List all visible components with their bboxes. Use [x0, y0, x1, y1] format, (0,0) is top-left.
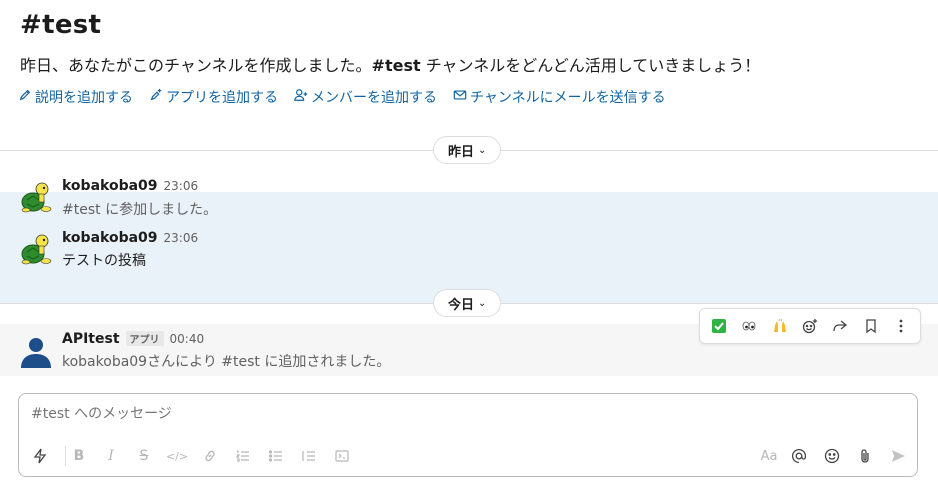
raised-hands-reaction-button[interactable] [767, 313, 793, 339]
ordered-list-icon[interactable] [232, 444, 254, 468]
send-icon[interactable] [887, 444, 909, 468]
add-member-label: メンバーを追加する [311, 90, 437, 106]
code-icon[interactable]: </> [166, 444, 188, 468]
date-pill-label: 昨日 [448, 144, 475, 160]
message-header: kobakoba09 23:06 [62, 178, 198, 194]
add-description-label: 説明を追加する [35, 90, 133, 106]
chevron-down-icon: ⌄ [478, 144, 487, 156]
message-author[interactable]: kobakoba09 [62, 230, 158, 246]
intro-text-after: チャンネルをどんどん活用していきましょう！ [420, 56, 761, 75]
message-text: テストの投稿 [62, 253, 146, 269]
message-text: kobakoba09さんにより #test に追加されました。 [62, 354, 391, 370]
turtle-avatar[interactable] [18, 178, 54, 214]
channel-intro: 昨日、あなたがこのチャンネルを作成しました。#test チャンネルをどんどん活用… [20, 52, 760, 76]
message-timestamp[interactable]: 23:06 [164, 179, 199, 193]
date-pill-label: 今日 [448, 297, 475, 313]
composer-toolbar: B I S </> Aa [19, 444, 917, 468]
strikethrough-icon[interactable]: S [133, 444, 155, 468]
bulleted-list-icon[interactable] [265, 444, 287, 468]
message-text: #test に参加しました。 [62, 202, 218, 218]
message-timestamp[interactable]: 23:06 [164, 231, 199, 245]
send-email-link[interactable]: チャンネルにメールを送信する [453, 87, 666, 107]
add-member-link[interactable]: メンバーを追加する [294, 87, 437, 107]
message-composer: B I S </> Aa [18, 393, 918, 477]
message-header: APItest アプリ 00:40 [62, 331, 204, 347]
person-add-icon [294, 88, 308, 106]
add-reaction-icon[interactable] [797, 313, 823, 339]
channel-action-links: 説明を追加する アプリを追加する メンバーを追加する チャンネルにメールを送信す… [18, 87, 666, 107]
more-icon[interactable] [888, 313, 914, 339]
emoji-icon[interactable] [821, 444, 843, 468]
message-author[interactable]: APItest [62, 331, 120, 347]
add-description-link[interactable]: 説明を追加する [18, 87, 133, 107]
eyes-reaction-button[interactable] [736, 313, 762, 339]
blockquote-icon[interactable] [298, 444, 320, 468]
channel-title: #test [20, 10, 102, 40]
intro-text-before: 昨日、あなたがこのチャンネルを作成しました。 [20, 56, 372, 75]
intro-channel-name: #test [371, 56, 421, 75]
turtle-avatar[interactable] [18, 230, 54, 266]
date-pill-today[interactable]: 今日 ⌄ [433, 289, 502, 317]
message-author[interactable]: kobakoba09 [62, 178, 158, 194]
message-header: kobakoba09 23:06 [62, 230, 198, 246]
message-timestamp[interactable]: 00:40 [170, 332, 205, 346]
chevron-down-icon: ⌄ [478, 297, 487, 309]
app-badge: アプリ [125, 331, 164, 346]
date-pill-yesterday[interactable]: 昨日 ⌄ [433, 136, 502, 164]
italic-icon[interactable]: I [100, 444, 122, 468]
app-add-icon [149, 88, 163, 106]
message-input[interactable] [31, 406, 901, 422]
send-email-label: チャンネルにメールを送信する [470, 90, 666, 106]
check-mark-reaction-button[interactable] [706, 313, 732, 339]
add-app-link[interactable]: アプリを追加する [149, 87, 278, 107]
pencil-icon [18, 88, 32, 106]
message-actions-toolbar [699, 308, 921, 344]
bookmark-icon[interactable] [858, 313, 884, 339]
code-block-icon[interactable] [331, 444, 353, 468]
formatting-toggle-button[interactable]: Aa [756, 444, 782, 468]
email-icon [453, 88, 467, 106]
toolbar-separator [65, 446, 66, 466]
share-icon[interactable] [827, 313, 853, 339]
link-icon[interactable] [199, 444, 221, 468]
bold-icon[interactable]: B [68, 444, 90, 468]
add-app-label: アプリを追加する [166, 90, 278, 106]
user-silhouette-avatar[interactable] [18, 332, 54, 368]
attachment-icon[interactable] [854, 444, 876, 468]
shortcuts-icon[interactable] [29, 444, 51, 468]
mention-icon[interactable] [788, 444, 810, 468]
